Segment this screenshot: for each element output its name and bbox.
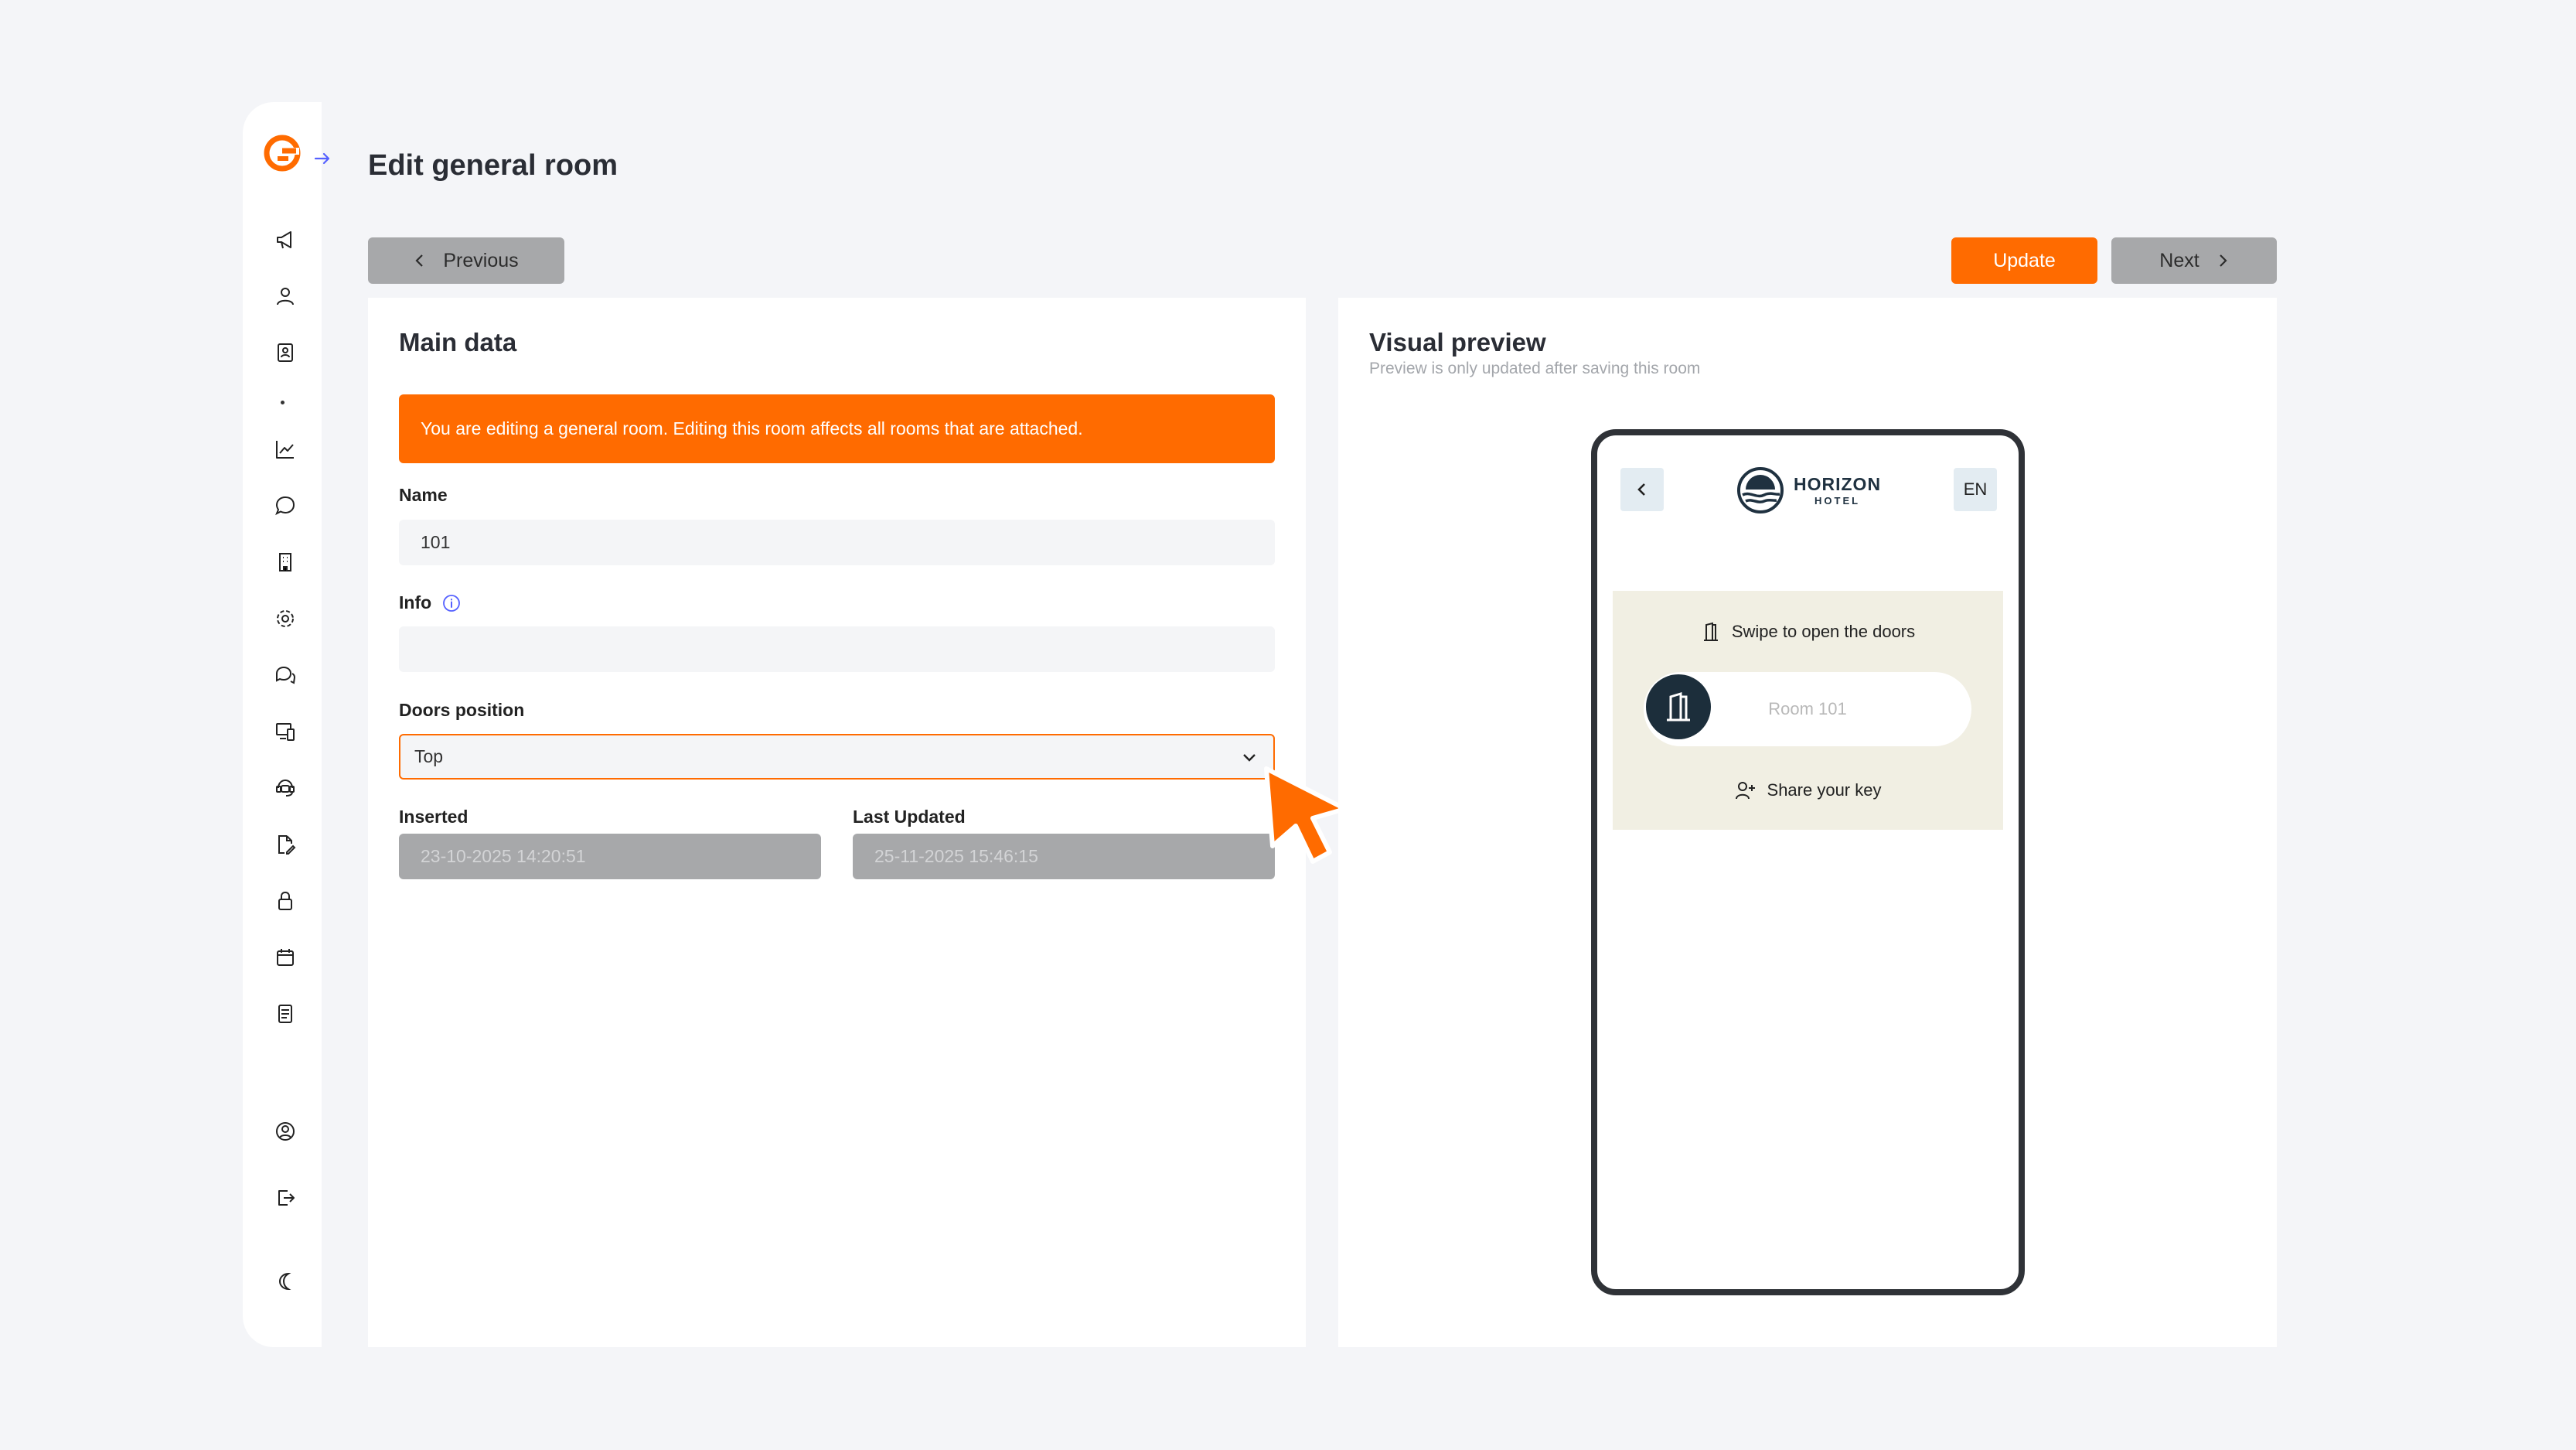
chart-line-icon[interactable] xyxy=(272,436,298,462)
update-button-label: Update xyxy=(1993,249,2056,271)
hotel-sunrise-logo-icon xyxy=(1737,467,1784,513)
hotel-logo: HORIZON HOTEL xyxy=(1736,463,1891,517)
chat-bubble-icon[interactable] xyxy=(272,493,298,519)
hotel-brand-sub: HOTEL xyxy=(1814,494,1861,507)
support-agent-icon[interactable] xyxy=(272,775,298,801)
megaphone-icon[interactable] xyxy=(272,227,298,253)
lock-icon[interactable] xyxy=(272,888,298,914)
last-updated-field: 25-11-2025 15:46:15 xyxy=(853,834,1275,879)
doors-position-select[interactable]: Top xyxy=(399,734,1275,780)
update-button[interactable]: Update xyxy=(1951,237,2097,284)
info-input[interactable] xyxy=(399,626,1275,672)
slider-knob[interactable] xyxy=(1646,674,1711,739)
previous-button-label: Previous xyxy=(443,249,519,271)
main-data-title: Main data xyxy=(399,328,517,357)
previous-button[interactable]: Previous xyxy=(368,237,564,284)
swipe-instruction: Swipe to open the doors xyxy=(1613,622,2003,642)
account-circle-icon[interactable] xyxy=(272,1118,298,1145)
doors-position-label: Doors position xyxy=(399,700,524,721)
general-room-alert: You are editing a general room. Editing … xyxy=(399,394,1275,463)
visual-preview-subtitle: Preview is only updated after saving thi… xyxy=(1369,360,1701,377)
building-icon[interactable] xyxy=(272,549,298,575)
dark-mode-moon-icon[interactable] xyxy=(272,1268,298,1295)
expand-sidebar-icon[interactable] xyxy=(311,147,334,170)
contact-book-icon[interactable] xyxy=(272,339,298,366)
notes-icon[interactable] xyxy=(272,1001,298,1027)
inserted-label: Inserted xyxy=(399,807,468,827)
settings-gear-icon[interactable] xyxy=(272,606,298,632)
add-user-icon xyxy=(1735,782,1755,800)
info-icon[interactable] xyxy=(442,594,461,612)
devices-icon[interactable] xyxy=(272,718,298,745)
calendar-icon[interactable] xyxy=(272,944,298,971)
swipe-instruction-text: Swipe to open the doors xyxy=(1731,622,1916,641)
app-logo-icon[interactable] xyxy=(262,133,302,173)
main-data-panel: Main data You are editing a general room… xyxy=(368,298,1306,1347)
phone-back-button[interactable] xyxy=(1620,468,1664,511)
phone-preview: HORIZON HOTEL EN Swipe to open the doors… xyxy=(1591,429,2025,1295)
share-key-button[interactable]: Share your key xyxy=(1613,780,2003,800)
hotel-brand-name: HORIZON xyxy=(1794,473,1882,494)
document-edit-icon[interactable] xyxy=(272,831,298,858)
chevron-down-icon xyxy=(1243,753,1256,762)
chevron-right-icon xyxy=(2219,254,2227,267)
name-input[interactable] xyxy=(399,520,1275,565)
swipe-card: Swipe to open the doors Room 101 Share y… xyxy=(1613,591,2003,830)
last-updated-label: Last Updated xyxy=(853,807,966,827)
next-button[interactable]: Next xyxy=(2111,237,2277,284)
info-label: Info xyxy=(399,592,461,613)
language-button[interactable]: EN xyxy=(1954,468,1997,511)
inserted-label-text: Inserted xyxy=(399,807,469,827)
chevron-left-icon xyxy=(415,254,424,267)
doors-position-value: Top xyxy=(414,746,444,766)
page-title: Edit general room xyxy=(368,149,618,182)
doors-position-label-text: Doors position xyxy=(399,700,525,720)
chevron-left-icon xyxy=(1637,483,1645,496)
name-label: Name xyxy=(399,485,448,506)
door-icon xyxy=(1703,622,1718,641)
next-button-label: Next xyxy=(2159,249,2199,271)
nav-separator-dot xyxy=(281,401,285,404)
door-icon xyxy=(1667,691,1690,722)
messages-icon[interactable] xyxy=(272,662,298,688)
visual-preview-title: Visual preview xyxy=(1369,328,1546,357)
inserted-field: 23-10-2025 14:20:51 xyxy=(399,834,821,879)
share-key-label: Share your key xyxy=(1767,780,1882,800)
info-label-text: Info xyxy=(399,592,432,612)
unlock-slider[interactable]: Room 101 xyxy=(1644,672,1971,746)
logout-icon[interactable] xyxy=(272,1185,298,1211)
users-icon[interactable] xyxy=(272,283,298,309)
name-label-text: Name xyxy=(399,485,448,505)
last-updated-label-text: Last Updated xyxy=(853,807,966,827)
